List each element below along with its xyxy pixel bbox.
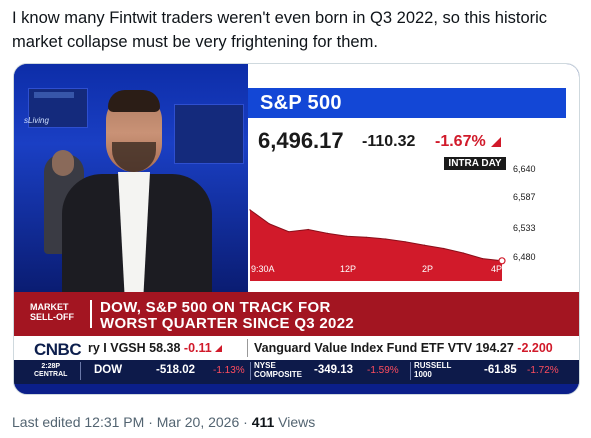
headline-line2: WORST QUARTER SINCE Q3 2022 <box>100 315 354 332</box>
price-point <box>346 235 348 237</box>
nyse-label-line2: COMPOSITE <box>254 370 303 379</box>
ticker-change: -0.11 <box>183 341 212 355</box>
price-point <box>482 258 484 260</box>
ticker-separator <box>247 339 248 357</box>
nyse-label-line1: NYSE <box>254 361 276 370</box>
ticker-item-right: Vanguard Value Index Fund ETF VTV 194.27… <box>254 341 553 355</box>
intraday-chart <box>249 209 506 281</box>
price-point <box>249 209 251 211</box>
price-point <box>462 252 464 254</box>
price-point <box>365 236 367 238</box>
tweet-text: I know many Fintwit traders weren't even… <box>12 9 548 51</box>
ticker-symbol: ry I VGSH 58.38 <box>88 341 181 355</box>
price-point <box>385 238 387 240</box>
ticker-change: -2.200 <box>517 341 553 355</box>
segment-label-line2: SELL-OFF <box>30 312 74 322</box>
views-label: Views <box>274 414 316 430</box>
time-value: 2:28P <box>41 363 61 370</box>
broadcast-time: 2:28P CENTRAL <box>34 363 67 379</box>
nyse-pct: -1.59% <box>367 365 399 376</box>
ticker-symbol: Vanguard Value Index Fund ETF VTV 194.27 <box>254 341 514 355</box>
guest-hair <box>108 90 160 112</box>
ticker-separator <box>250 362 251 380</box>
y-tick-label: 6,533 <box>513 223 536 233</box>
label-divider <box>90 300 92 328</box>
dow-change: -518.02 <box>156 364 196 376</box>
tweet-media[interactable]: sLiving S&P 500 6,496.17 -110.32 -1.67% … <box>13 63 580 395</box>
nyse-label: NYSE COMPOSITE <box>254 361 302 379</box>
nyse-change: -349.13 <box>314 364 354 376</box>
dow-pct: -1.13% <box>213 365 245 376</box>
y-tick-label: 6,640 <box>513 164 536 174</box>
edited-timestamp[interactable]: Last edited 12:31 PM · Mar 20, 2026 · <box>12 414 252 430</box>
x-tick-label: 12P <box>340 264 357 274</box>
ticker-item-left: ry I VGSH 58.38 -0.11 <box>88 341 222 355</box>
index-price: 6,496.17 <box>258 128 344 153</box>
price-point <box>268 223 270 225</box>
background-person-head <box>52 150 74 176</box>
russell-label: RUSSELL 1000 <box>414 361 451 379</box>
russell-change: -61.85 <box>484 364 517 376</box>
index-pct-change: -1.67% <box>435 133 486 150</box>
russell-label-line2: 1000 <box>414 370 432 379</box>
price-point <box>307 228 309 231</box>
studio-screen <box>174 104 244 164</box>
views-count: 411 <box>251 414 275 430</box>
down-arrow-icon <box>491 137 501 147</box>
down-triangle-icon <box>214 345 222 352</box>
time-zone: CENTRAL <box>34 371 68 378</box>
russell-label-line1: RUSSELL <box>414 361 452 370</box>
dow-label: DOW <box>94 364 123 376</box>
cnbc-logo: CNBC <box>34 340 82 359</box>
price-point <box>404 241 406 243</box>
ticker-separator <box>80 362 81 380</box>
russell-pct: -1.72% <box>527 365 559 376</box>
chart-title: S&P 500 <box>260 92 342 114</box>
x-tick-label: 4P <box>491 264 503 274</box>
y-tick-label: 6,587 <box>513 192 536 202</box>
y-tick-label: 6,480 <box>513 252 536 262</box>
index-change: -110.32 <box>362 133 416 150</box>
x-tick-label: 9:30A <box>251 264 275 274</box>
ticker-separator <box>410 362 411 380</box>
studio-light <box>34 92 74 98</box>
price-point <box>288 231 290 233</box>
headline: DOW, S&P 500 ON TRACK FOR WORST QUARTER … <box>100 300 354 332</box>
price-point <box>443 247 445 250</box>
tweet-footer: Last edited 12:31 PM · Mar 20, 2026 · 41… <box>12 414 315 430</box>
segment-label: MARKET SELL-OFF <box>30 302 74 322</box>
x-tick-label: 2P <box>422 264 434 274</box>
studio-sign: sLiving <box>24 116 49 125</box>
price-point <box>423 244 426 246</box>
last-price-marker <box>498 257 506 265</box>
price-area <box>250 209 502 281</box>
headline-line1: DOW, S&P 500 ON TRACK FOR <box>100 299 331 316</box>
price-point <box>326 232 329 234</box>
segment-label-line1: MARKET <box>30 302 69 312</box>
